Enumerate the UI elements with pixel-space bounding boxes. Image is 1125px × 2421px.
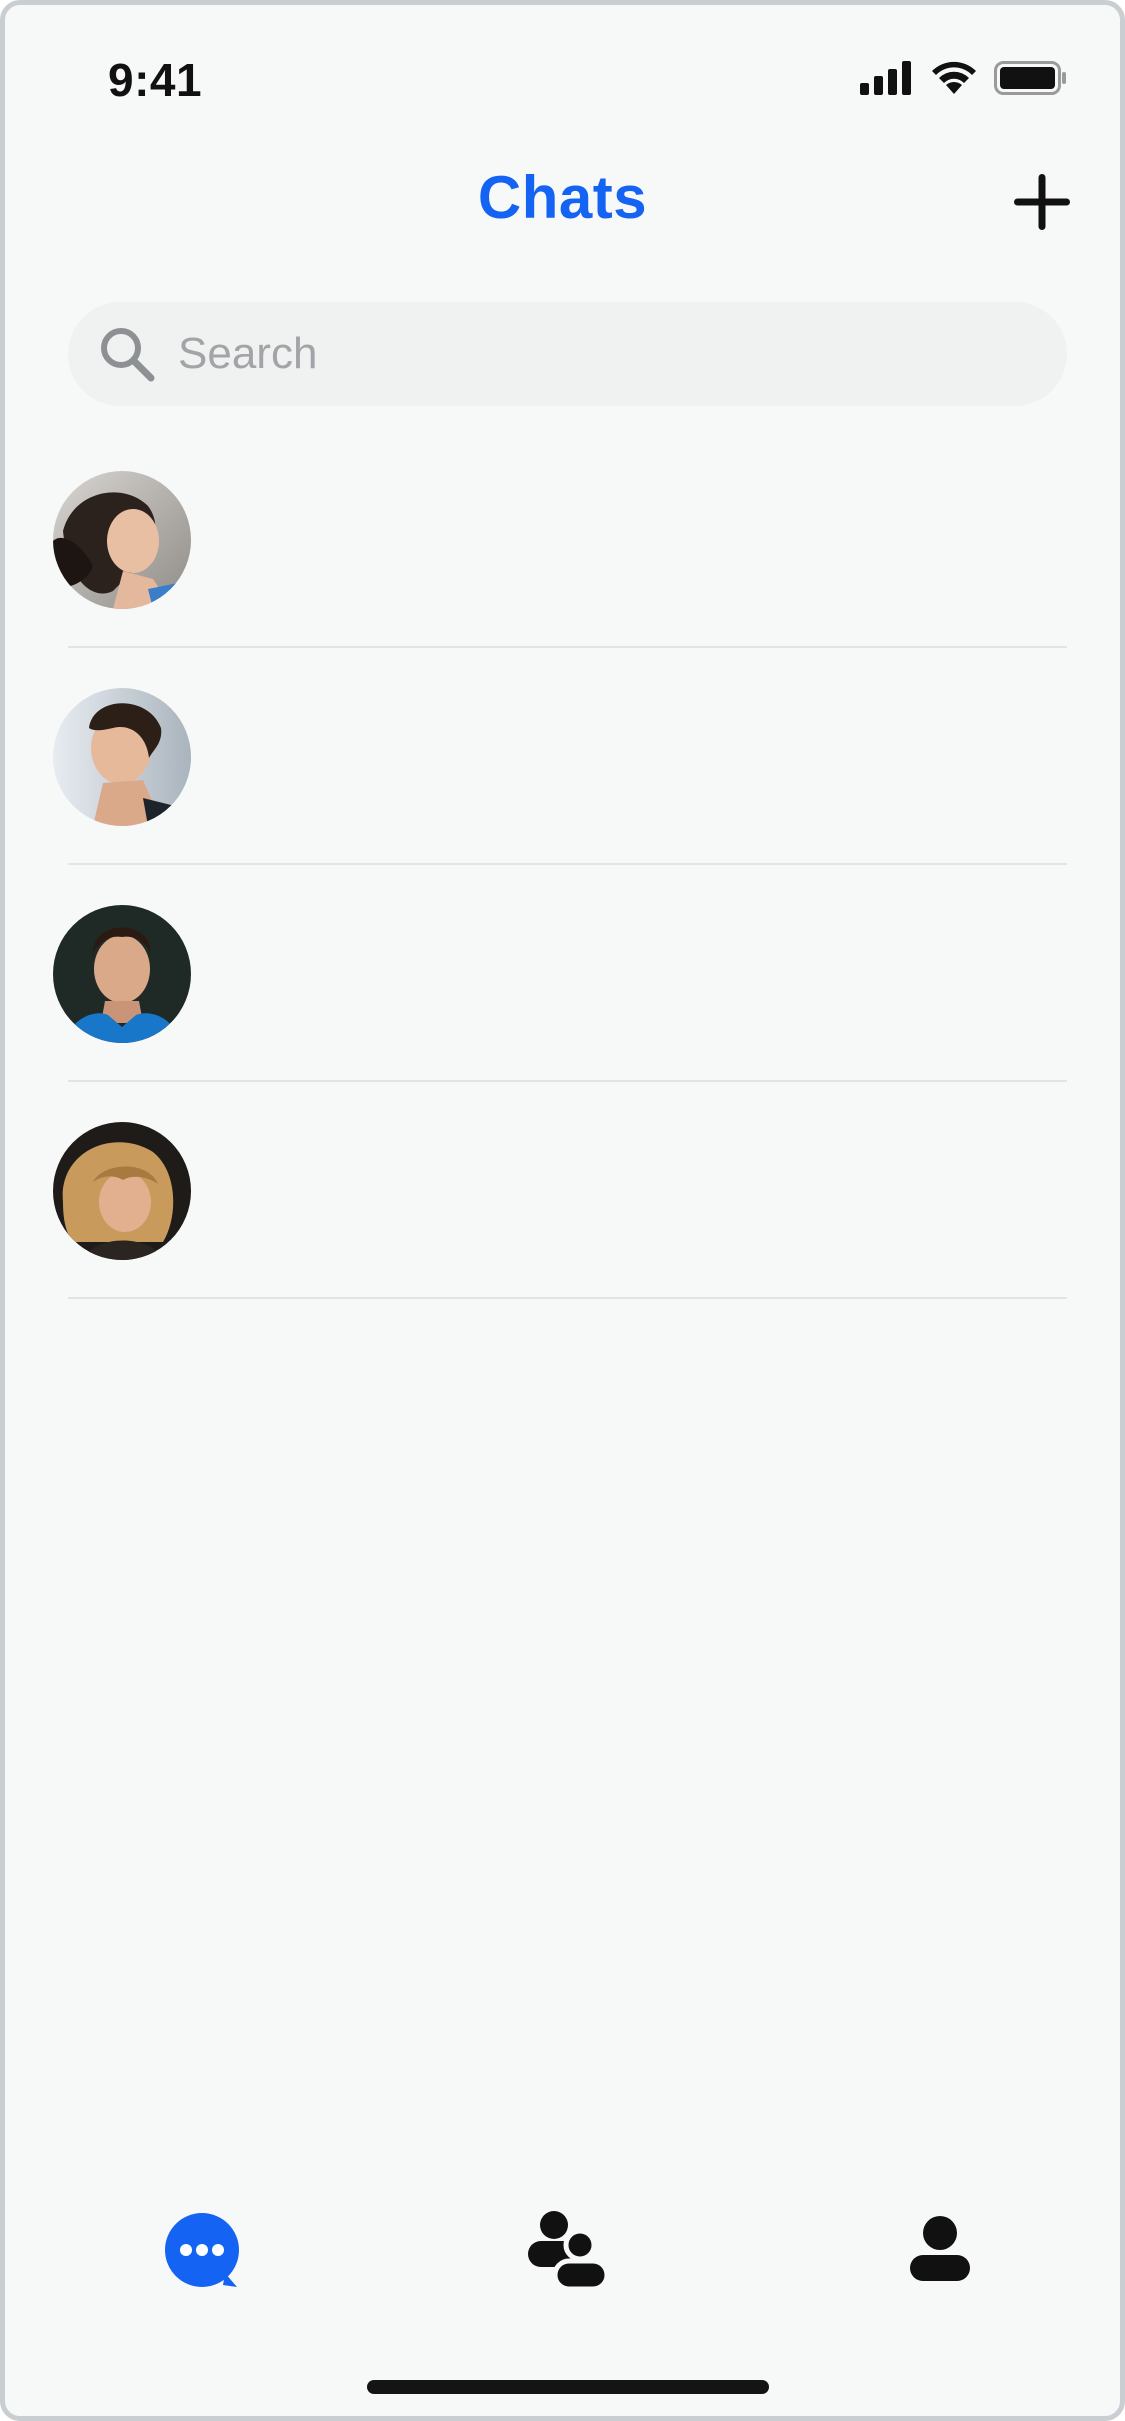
search-icon [101, 328, 155, 382]
contacts-icon [528, 2211, 610, 2292]
chat-row[interactable] [5, 649, 1120, 866]
profile-icon [910, 2216, 970, 2281]
search-input[interactable] [178, 329, 998, 379]
divider [68, 646, 1067, 648]
home-indicator [367, 2380, 769, 2394]
phone-screen: 9:41 Chats [0, 0, 1125, 2421]
avatar-image [53, 905, 191, 1043]
status-icons [860, 60, 1068, 96]
search-bar[interactable] [68, 302, 1067, 406]
status-time: 9:41 [108, 54, 203, 106]
status-bar: 9:41 [5, 5, 1120, 155]
cellular-signal-icon [860, 61, 911, 95]
divider [68, 863, 1067, 865]
avatar[interactable] [53, 905, 191, 1043]
avatar[interactable] [53, 1122, 191, 1260]
divider [68, 1080, 1067, 1082]
avatar-image [53, 688, 191, 826]
new-chat-button[interactable] [1010, 170, 1074, 234]
avatar-image [53, 1122, 191, 1260]
plus-icon [1014, 174, 1070, 230]
wifi-icon [932, 61, 976, 94]
tab-contacts[interactable] [512, 2195, 622, 2305]
tab-profile[interactable] [885, 2195, 995, 2305]
page-title: Chats [477, 164, 648, 231]
chat-row[interactable] [5, 432, 1120, 649]
tab-chats[interactable] [147, 2195, 257, 2305]
avatar-image [53, 471, 191, 609]
battery-icon [994, 61, 1066, 95]
chat-row[interactable] [5, 1083, 1120, 1300]
avatar[interactable] [53, 471, 191, 609]
chat-bubble-icon [165, 2213, 239, 2287]
chat-row[interactable] [5, 866, 1120, 1083]
avatar[interactable] [53, 688, 191, 826]
divider [68, 1297, 1067, 1299]
